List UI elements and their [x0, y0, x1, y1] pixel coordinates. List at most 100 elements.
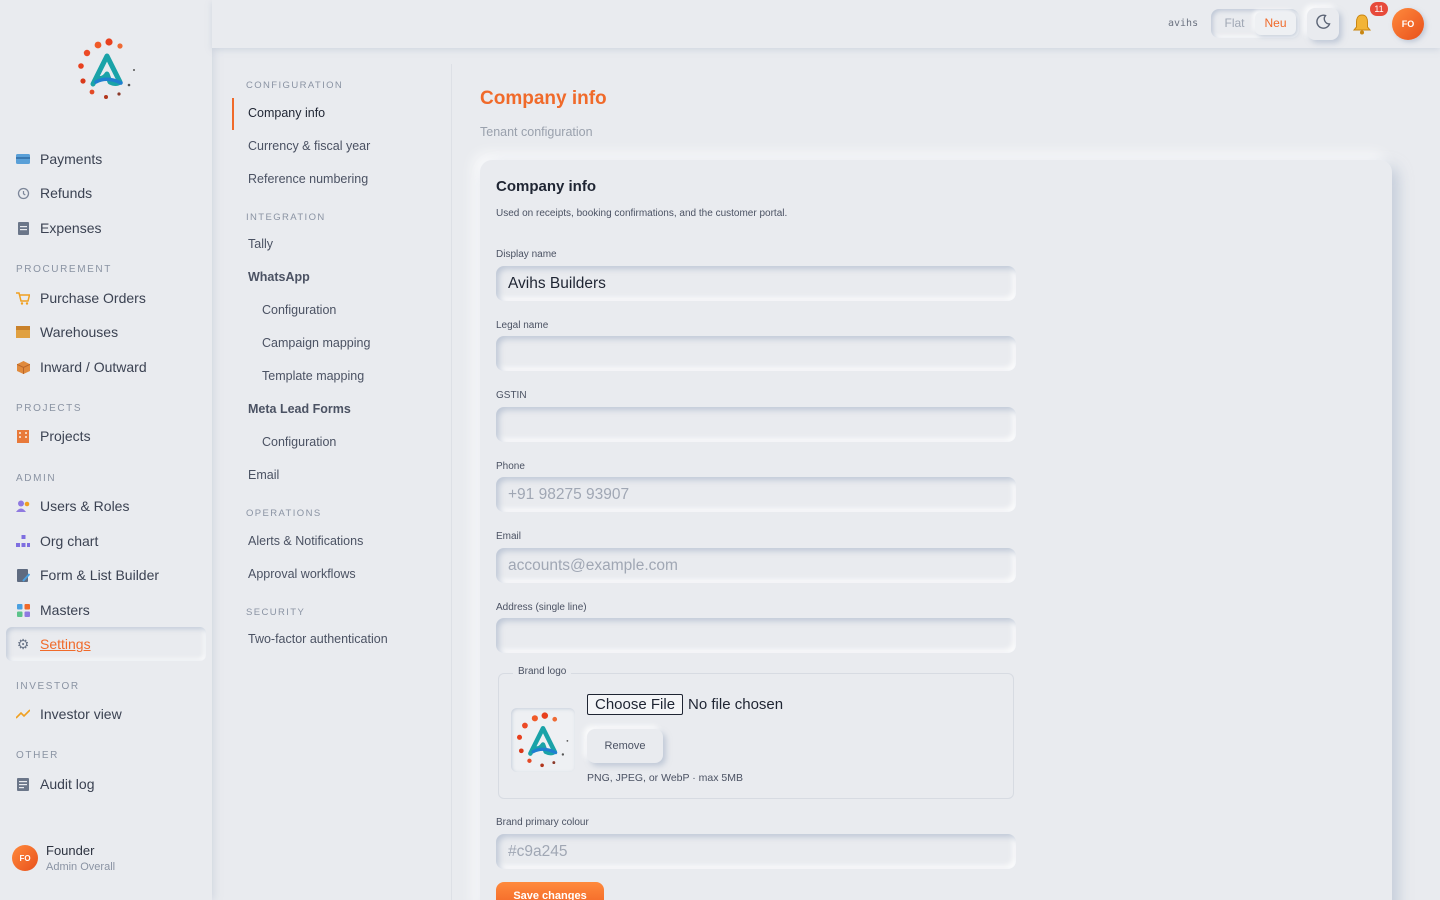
- sidebar-item-form-list-builder[interactable]: Form & List Builder: [6, 558, 206, 592]
- card-description: Used on receipts, booking confirmations,…: [496, 208, 788, 219]
- user-name: Founder: [46, 843, 95, 858]
- brand-logo-fieldset: Brand logo Choose File No file chosen Re…: [498, 666, 1014, 799]
- sidebar-item-org-chart[interactable]: Org chart: [6, 524, 206, 558]
- receipt-icon: [16, 221, 30, 235]
- active-indicator: [232, 98, 234, 130]
- sidebar-item-users-roles[interactable]: Users & Roles: [6, 489, 206, 523]
- subnav-item-approval-workflows[interactable]: Approval workflows: [248, 567, 356, 581]
- sidebar-item-masters[interactable]: Masters: [6, 593, 206, 627]
- brand-colour-input[interactable]: [496, 834, 1016, 869]
- trend-icon: [16, 707, 30, 721]
- nav-group-label: ADMIN: [16, 473, 57, 484]
- subnav-item-company-info[interactable]: Company info: [248, 106, 325, 120]
- subnav-group-label: CONFIGURATION: [246, 80, 344, 91]
- card-title: Company info: [496, 178, 596, 195]
- sidebar-item-warehouses[interactable]: Warehouses: [6, 315, 206, 349]
- subnav-item-tally[interactable]: Tally: [248, 237, 273, 251]
- cart-icon: [16, 291, 30, 305]
- address-label: Address (single line): [496, 602, 587, 613]
- legal-name-label: Legal name: [496, 320, 549, 331]
- subnav-item-whatsapp-configuration[interactable]: Configuration: [262, 303, 336, 317]
- box-icon: [16, 360, 30, 374]
- grid-icon: [16, 603, 30, 617]
- subnav-item-two-factor[interactable]: Two-factor authentication: [248, 632, 388, 646]
- sidebar-item-audit-log[interactable]: Audit log: [6, 767, 206, 801]
- nav-group-label: PROCUREMENT: [16, 264, 112, 275]
- sidebar-item-expenses[interactable]: Expenses: [6, 211, 206, 245]
- sidebar-item-payments[interactable]: Payments: [6, 142, 206, 176]
- dark-mode-button[interactable]: [1307, 8, 1339, 40]
- sidebar-item-label: Payments: [40, 151, 103, 167]
- legal-name-input[interactable]: [496, 336, 1016, 371]
- theme-option-flat[interactable]: Flat: [1214, 12, 1255, 35]
- org-chart-icon: [16, 534, 30, 548]
- subnav-item-meta-lead-forms[interactable]: Meta Lead Forms: [248, 402, 351, 416]
- subnav-item-template-mapping[interactable]: Template mapping: [262, 369, 364, 383]
- sidebar-item-investor-view[interactable]: Investor view: [6, 697, 206, 731]
- sidebar-item-label: Projects: [40, 428, 91, 444]
- refund-icon: [16, 186, 30, 200]
- company-info-card: Company info Used on receipts, booking c…: [480, 160, 1392, 900]
- choose-file-button[interactable]: Choose File: [587, 694, 684, 715]
- theme-option-neu[interactable]: Neu: [1255, 12, 1296, 35]
- log-icon: [16, 777, 30, 791]
- phone-label: Phone: [496, 461, 525, 472]
- topbar: avihs Flat Neu 11 FO: [212, 0, 1440, 48]
- sidebar-item-label: Settings: [40, 636, 91, 652]
- subnav-group-label: OPERATIONS: [246, 508, 322, 519]
- brand-logo-legend: Brand logo: [513, 666, 572, 677]
- tenant-name: avihs: [1168, 18, 1199, 29]
- display-name-input[interactable]: [496, 266, 1016, 301]
- gstin-input[interactable]: [496, 407, 1016, 442]
- sidebar: Payments Refunds Expenses PROCUREMENT Pu…: [0, 0, 212, 900]
- sidebar-item-label: Audit log: [40, 776, 95, 792]
- brand-colour-label: Brand primary colour: [496, 817, 589, 828]
- display-name-label: Display name: [496, 249, 557, 260]
- settings-subnav: CONFIGURATION Company info Currency & fi…: [232, 64, 452, 900]
- subnav-item-whatsapp[interactable]: WhatsApp: [248, 270, 310, 284]
- warehouse-icon: [16, 325, 30, 339]
- file-hint: PNG, JPEG, or WebP · max 5MB: [587, 772, 743, 784]
- sidebar-item-settings[interactable]: ⚙ Settings: [6, 627, 206, 661]
- sidebar-item-label: Users & Roles: [40, 498, 130, 514]
- sidebar-item-inward-outward[interactable]: Inward / Outward: [6, 350, 206, 384]
- user-card[interactable]: FO Founder Admin Overall: [12, 843, 115, 873]
- email-input[interactable]: [496, 548, 1016, 583]
- subnav-group-label: SECURITY: [246, 607, 306, 618]
- page-title: Company info: [480, 88, 607, 109]
- save-button[interactable]: Save changes: [496, 882, 604, 900]
- sidebar-item-label: Warehouses: [40, 324, 119, 340]
- nav-group-label: PROJECTS: [16, 403, 83, 414]
- address-input[interactable]: [496, 618, 1016, 653]
- nav-group-label: INVESTOR: [16, 681, 80, 692]
- user-role: Admin Overall: [46, 861, 116, 873]
- sidebar-item-purchase-orders[interactable]: Purchase Orders: [6, 281, 206, 315]
- app-logo[interactable]: [76, 36, 138, 102]
- sidebar-item-projects[interactable]: Projects: [6, 419, 206, 453]
- bell-icon[interactable]: [1350, 12, 1374, 36]
- sidebar-item-label: Masters: [40, 602, 90, 618]
- sidebar-item-label: Expenses: [40, 220, 102, 236]
- subnav-item-meta-configuration[interactable]: Configuration: [262, 435, 336, 449]
- sidebar-item-label: Org chart: [40, 533, 99, 549]
- subnav-item-alerts[interactable]: Alerts & Notifications: [248, 534, 363, 548]
- file-picker: Choose File No file chosen: [587, 694, 783, 715]
- brand-logo-preview: [511, 708, 575, 772]
- subnav-item-campaign-mapping[interactable]: Campaign mapping: [262, 336, 370, 350]
- subnav-item-email[interactable]: Email: [248, 468, 279, 482]
- gear-icon: ⚙: [16, 635, 30, 652]
- subnav-item-currency[interactable]: Currency & fiscal year: [248, 139, 370, 153]
- avatar[interactable]: FO: [1392, 8, 1424, 40]
- subnav-item-reference-numbering[interactable]: Reference numbering: [248, 172, 368, 186]
- users-icon: [16, 499, 30, 513]
- sidebar-item-refunds[interactable]: Refunds: [6, 176, 206, 210]
- avatar: FO: [12, 845, 38, 871]
- file-status: No file chosen: [688, 696, 784, 713]
- sidebar-item-label: Form & List Builder: [40, 567, 160, 583]
- phone-input[interactable]: [496, 477, 1016, 512]
- page-subtitle: Tenant configuration: [480, 125, 593, 139]
- theme-style-toggle[interactable]: Flat Neu: [1211, 9, 1299, 38]
- remove-logo-button[interactable]: Remove: [587, 729, 663, 763]
- building-icon: [16, 429, 30, 443]
- form-icon: [16, 568, 30, 582]
